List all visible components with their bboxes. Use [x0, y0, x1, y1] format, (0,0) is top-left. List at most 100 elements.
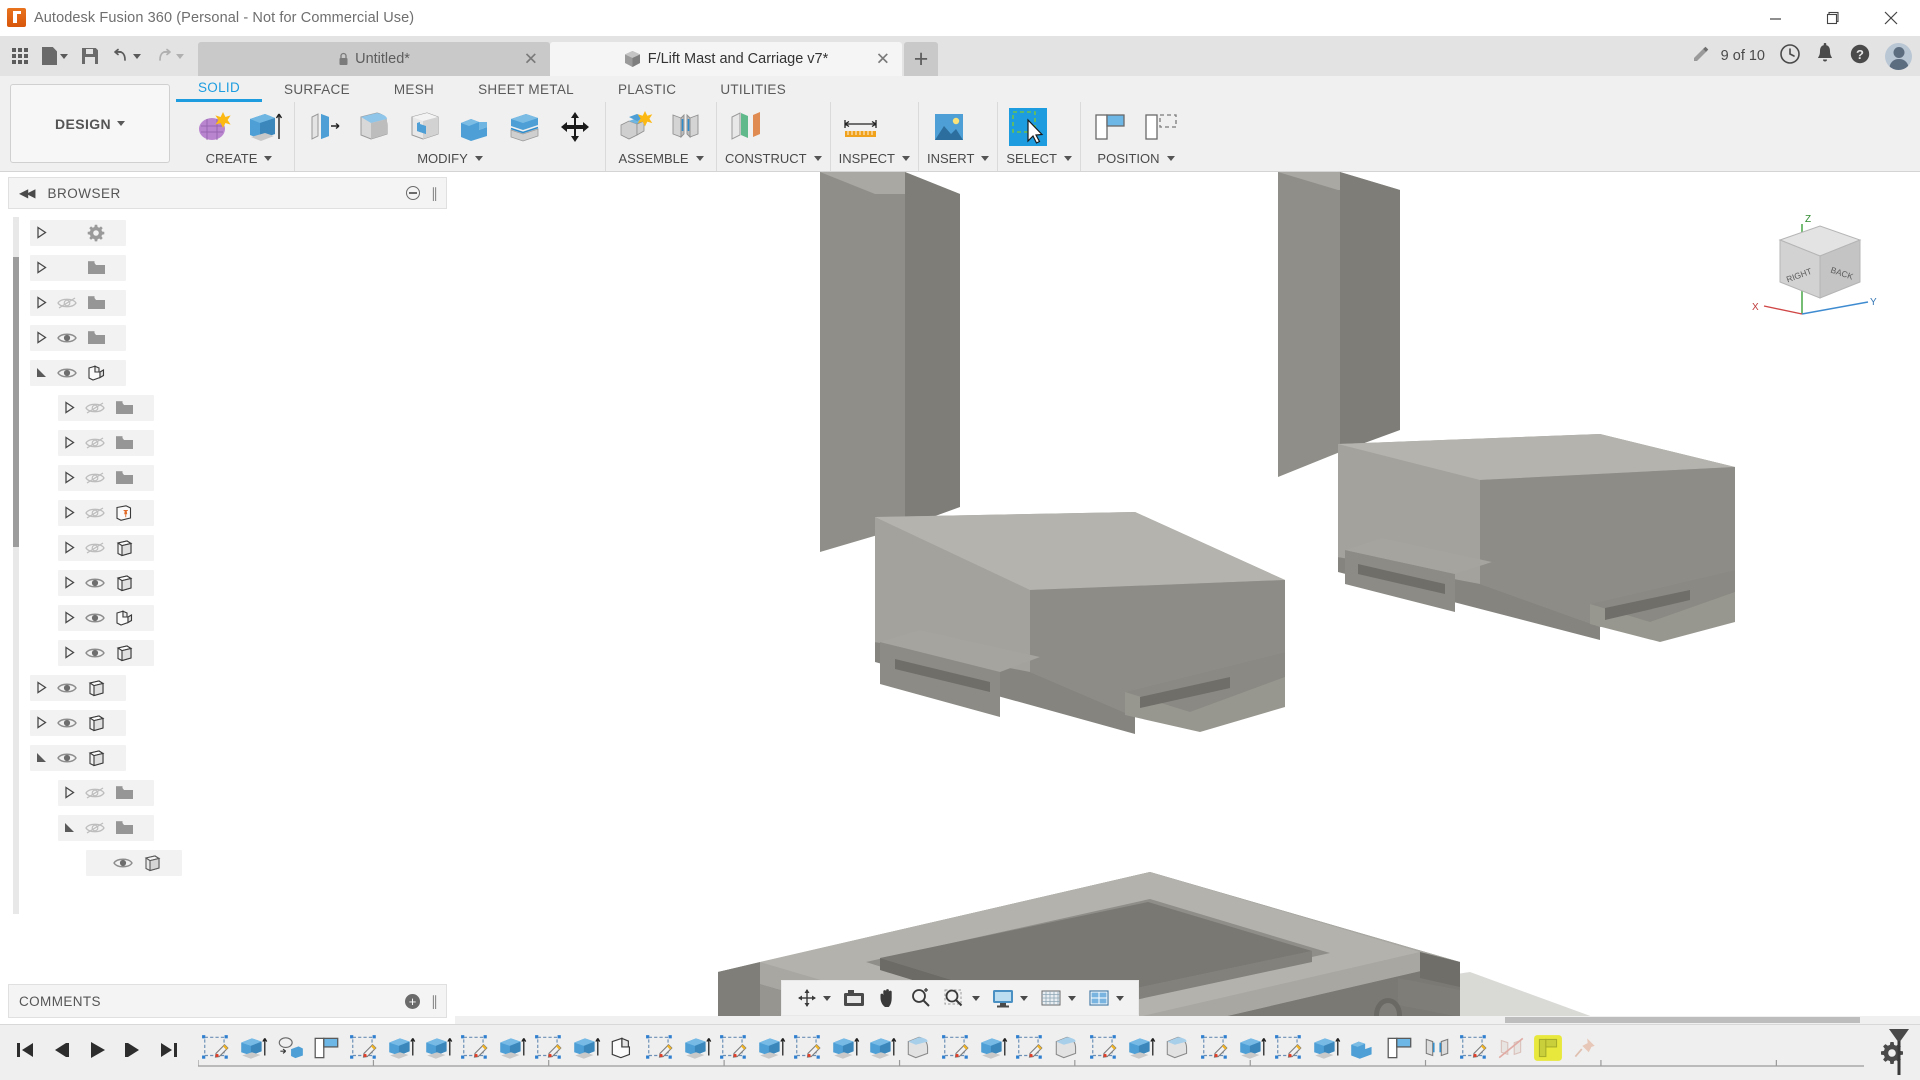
- tree-twisty-icon[interactable]: [58, 646, 80, 659]
- insert-image-icon[interactable]: [927, 106, 971, 148]
- orbit-icon[interactable]: [792, 983, 835, 1013]
- visibility-eye-icon[interactable]: [80, 401, 110, 415]
- play-icon[interactable]: [86, 1040, 108, 1065]
- viewports-icon[interactable]: [1083, 983, 1128, 1013]
- skip-end-icon[interactable]: [158, 1040, 180, 1065]
- canvas-horizontal-scrollbar[interactable]: [455, 1016, 1920, 1024]
- tree-twisty-icon[interactable]: [58, 786, 80, 799]
- look-at-icon[interactable]: [838, 983, 870, 1013]
- minus-circle-icon[interactable]: [406, 186, 420, 200]
- tab-close-icon[interactable]: ✕: [524, 51, 538, 68]
- grip-icon[interactable]: ∥: [431, 993, 438, 1010]
- visibility-eye-icon[interactable]: [80, 506, 110, 520]
- tree-twisty-icon[interactable]: [30, 226, 52, 239]
- move-copy-icon[interactable]: [553, 106, 597, 148]
- pan-icon[interactable]: [873, 983, 903, 1013]
- comments-panel[interactable]: COMMENTS + ∥: [8, 984, 447, 1018]
- new-component-icon[interactable]: [614, 106, 658, 148]
- visibility-eye-icon[interactable]: [52, 331, 82, 345]
- press-pull-icon[interactable]: [303, 106, 347, 148]
- minimize-button[interactable]: [1746, 0, 1804, 36]
- browser-node[interactable]: [0, 600, 455, 635]
- bell-icon[interactable]: [1815, 43, 1835, 70]
- tree-twisty-icon[interactable]: [58, 821, 80, 834]
- visibility-eye-icon[interactable]: [52, 716, 82, 730]
- tree-twisty-icon[interactable]: [58, 506, 80, 519]
- tree-twisty-icon[interactable]: [30, 751, 52, 764]
- tab-close-icon[interactable]: ✕: [876, 51, 890, 68]
- grip-icon[interactable]: ∥: [431, 185, 438, 202]
- visibility-eye-icon[interactable]: [80, 786, 110, 800]
- joint-icon[interactable]: [664, 106, 708, 148]
- edits-counter[interactable]: 9 of 10: [1693, 46, 1765, 67]
- browser-node[interactable]: [0, 845, 455, 880]
- grid-snaps-icon[interactable]: [1035, 983, 1080, 1013]
- extrude-icon[interactable]: [242, 106, 286, 148]
- undo-button[interactable]: [106, 39, 147, 73]
- app-grid-icon[interactable]: [6, 39, 34, 73]
- visibility-eye-icon[interactable]: [80, 541, 110, 555]
- browser-node[interactable]: [0, 250, 455, 285]
- ribbon-tab-sheet-metal[interactable]: SHEET METAL: [456, 76, 596, 102]
- offset-plane-icon[interactable]: [725, 106, 769, 148]
- visibility-eye-icon[interactable]: [52, 296, 82, 310]
- tab-untitled[interactable]: Untitled* ✕: [198, 42, 550, 76]
- avatar[interactable]: [1885, 43, 1912, 70]
- align-icon[interactable]: [1089, 106, 1133, 148]
- measure-icon[interactable]: [839, 106, 883, 148]
- tree-twisty-icon[interactable]: [58, 401, 80, 414]
- new-tab-button[interactable]: +: [904, 42, 938, 76]
- save-button[interactable]: [76, 39, 104, 73]
- visibility-eye-icon[interactable]: [80, 821, 110, 835]
- close-button[interactable]: [1862, 0, 1920, 36]
- visibility-eye-icon[interactable]: [108, 856, 138, 870]
- ribbon-tab-mesh[interactable]: MESH: [372, 76, 456, 102]
- maximize-button[interactable]: [1804, 0, 1862, 36]
- step-forward-icon[interactable]: [122, 1040, 144, 1065]
- browser-node[interactable]: [0, 425, 455, 460]
- skip-start-icon[interactable]: [14, 1040, 36, 1065]
- browser-node[interactable]: [0, 775, 455, 810]
- browser-node[interactable]: [0, 670, 455, 705]
- browser-node[interactable]: [0, 215, 455, 250]
- collapse-left-icon[interactable]: ◀◀: [19, 186, 33, 200]
- visibility-eye-icon[interactable]: [80, 646, 110, 660]
- timeline-track[interactable]: [198, 1025, 1864, 1080]
- display-settings-icon[interactable]: [987, 983, 1032, 1013]
- browser-node[interactable]: [0, 285, 455, 320]
- fillet-icon[interactable]: [353, 106, 397, 148]
- tree-twisty-icon[interactable]: [58, 576, 80, 589]
- step-back-icon[interactable]: [50, 1040, 72, 1065]
- browser-node[interactable]: [0, 740, 455, 775]
- help-icon[interactable]: ?: [1849, 43, 1871, 70]
- browser-node[interactable]: [0, 705, 455, 740]
- browser-node[interactable]: [0, 320, 455, 355]
- zoom-icon[interactable]: [906, 983, 936, 1013]
- ribbon-tab-plastic[interactable]: PLASTIC: [596, 76, 698, 102]
- browser-node[interactable]: [0, 530, 455, 565]
- shell-icon[interactable]: [403, 106, 447, 148]
- tree-twisty-icon[interactable]: [58, 436, 80, 449]
- browser-node[interactable]: [0, 390, 455, 425]
- tree-twisty-icon[interactable]: [30, 366, 52, 379]
- visibility-eye-icon[interactable]: [52, 681, 82, 695]
- visibility-eye-icon[interactable]: [52, 366, 82, 380]
- browser-node[interactable]: [0, 565, 455, 600]
- tree-twisty-icon[interactable]: [58, 611, 80, 624]
- browser-scrollbar[interactable]: [13, 217, 19, 914]
- workspace-selector[interactable]: DESIGN: [10, 84, 170, 163]
- tree-twisty-icon[interactable]: [30, 261, 52, 274]
- combine-icon[interactable]: [453, 106, 497, 148]
- tree-twisty-icon[interactable]: [58, 541, 80, 554]
- physical-position-icon[interactable]: [1139, 106, 1183, 148]
- split-face-icon[interactable]: [503, 106, 547, 148]
- tree-twisty-icon[interactable]: [58, 471, 80, 484]
- browser-node[interactable]: [0, 495, 455, 530]
- tree-twisty-icon[interactable]: [30, 716, 52, 729]
- ribbon-tab-utilities[interactable]: UTILITIES: [698, 76, 808, 102]
- browser-node[interactable]: [0, 355, 455, 390]
- browser-node[interactable]: [0, 810, 455, 845]
- select-cursor-icon[interactable]: [1006, 106, 1050, 148]
- browser-node[interactable]: [0, 460, 455, 495]
- create-sketch-icon[interactable]: [192, 106, 236, 148]
